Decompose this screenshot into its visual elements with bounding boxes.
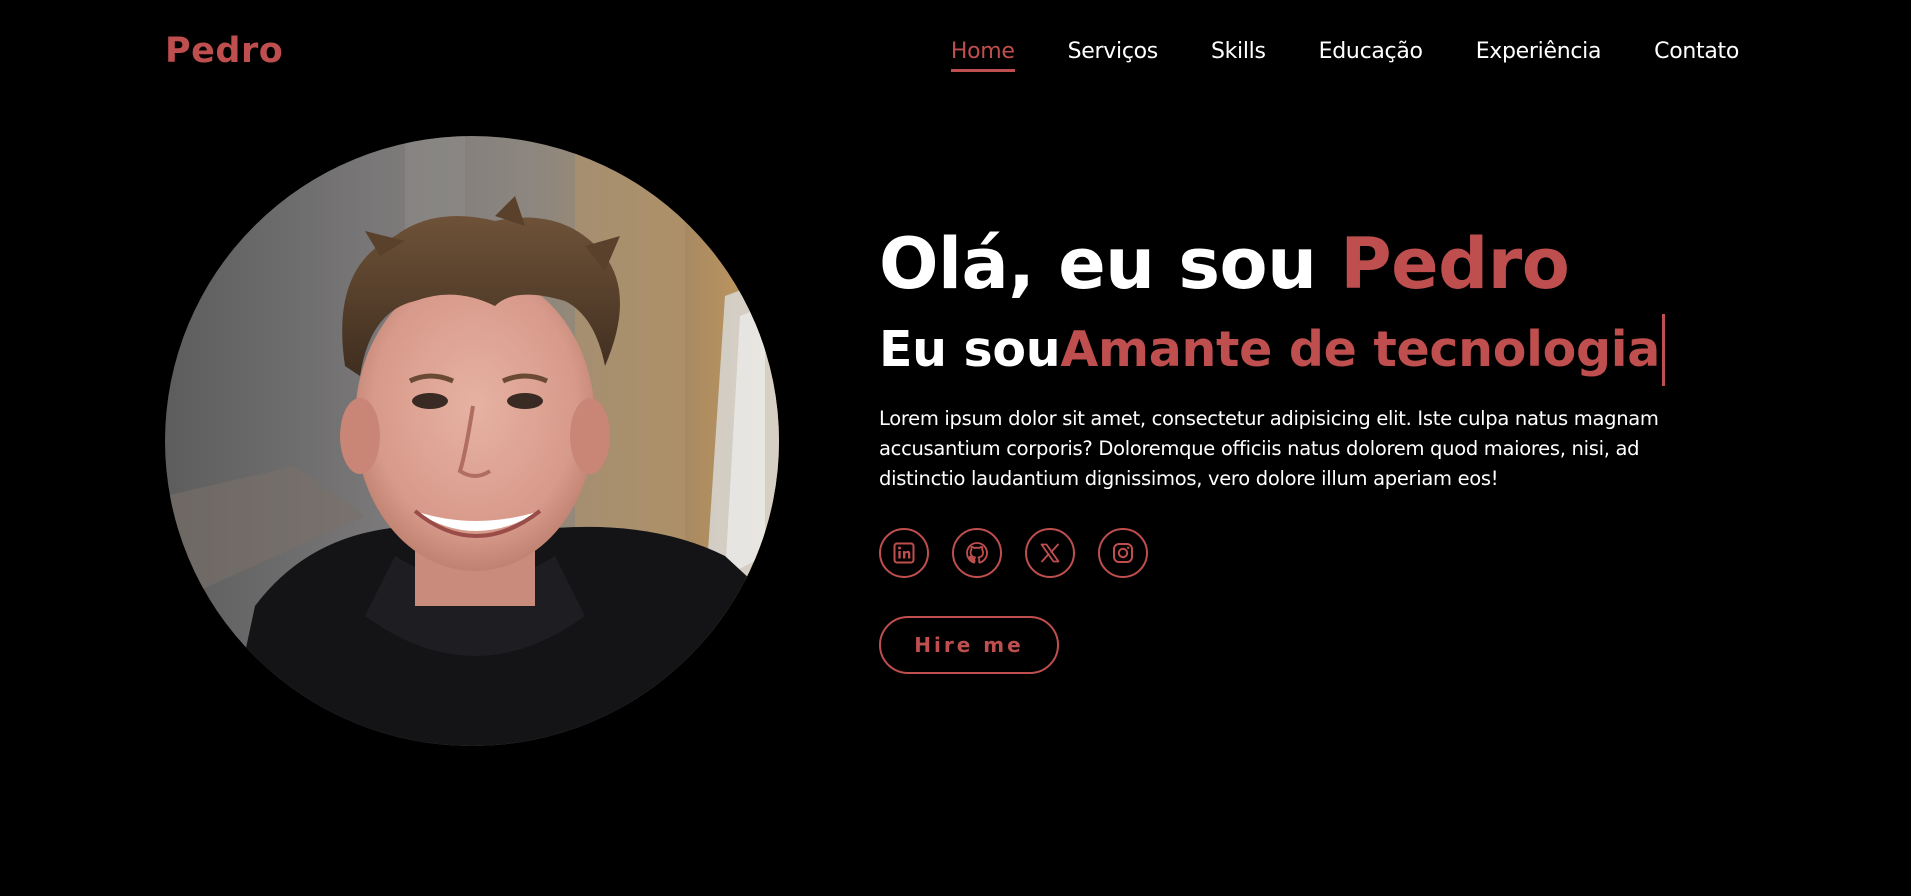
- role-prefix: Eu sou: [879, 321, 1061, 378]
- hero-description: Lorem ipsum dolor sit amet, consectetur …: [879, 407, 1659, 490]
- linkedin-icon: [893, 542, 915, 564]
- x-link[interactable]: [1025, 528, 1075, 578]
- hero-greeting: Olá, eu sou: [879, 223, 1341, 305]
- nav-item-servicos[interactable]: Serviços: [1068, 39, 1159, 70]
- nav-item-skills[interactable]: Skills: [1211, 39, 1266, 70]
- hero-subtitle: Eu sou Amante de tecnologia: [879, 314, 1739, 386]
- linkedin-link[interactable]: [879, 528, 929, 578]
- github-link[interactable]: [952, 528, 1002, 578]
- nav-item-experiencia[interactable]: Experiência: [1476, 39, 1602, 70]
- nav-item-contato[interactable]: Contato: [1654, 39, 1739, 70]
- hero-name: Pedro: [1340, 223, 1570, 305]
- github-icon: [966, 542, 988, 564]
- profile-photo-illustration: [165, 136, 779, 746]
- logo[interactable]: Pedro: [165, 31, 283, 71]
- nav-item-educacao[interactable]: Educação: [1319, 39, 1423, 70]
- instagram-icon: [1113, 543, 1133, 563]
- profile-photo: [165, 136, 779, 746]
- role-typed-text: Amante de tecnologia: [1060, 321, 1660, 378]
- x-icon: [1040, 543, 1060, 563]
- hero-title: Olá, eu sou Pedro: [879, 222, 1739, 306]
- navbar: Pedro Home Serviços Skills Educação Expe…: [0, 0, 1911, 108]
- nav-item-home[interactable]: Home: [950, 39, 1015, 72]
- typing-cursor: [1662, 314, 1665, 386]
- hire-me-button[interactable]: Hire me: [879, 616, 1059, 674]
- social-links: [879, 528, 1739, 578]
- hero-section: Olá, eu sou Pedro Eu sou Amante de tecnol…: [879, 222, 1739, 674]
- instagram-link[interactable]: [1098, 528, 1148, 578]
- nav-menu: Home Serviços Skills Educação Experiênci…: [950, 39, 1739, 72]
